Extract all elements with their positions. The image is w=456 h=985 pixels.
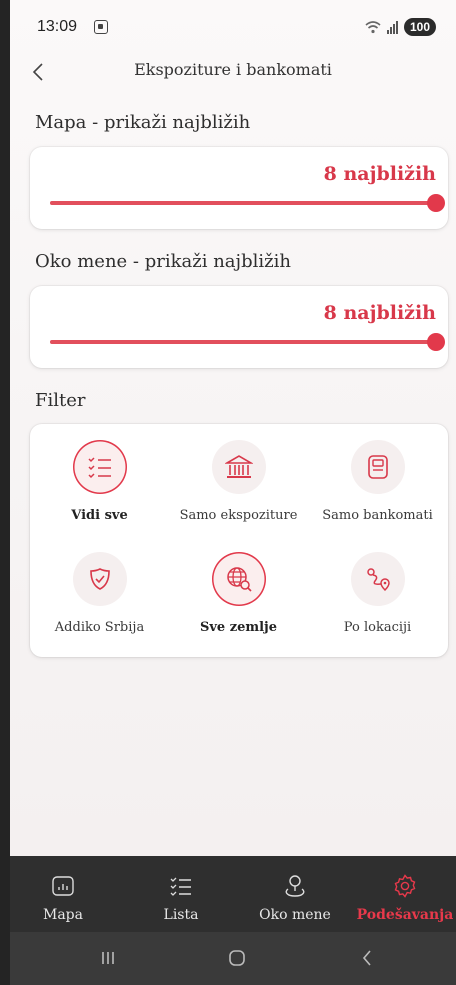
filter-label: Addiko Srbija xyxy=(54,620,145,635)
home-icon xyxy=(229,950,245,966)
nav-label: Lista xyxy=(163,907,199,923)
filter-icon-circle xyxy=(211,440,266,494)
shield-check-icon xyxy=(89,568,110,590)
nav-item-oko-mene[interactable]: Oko mene xyxy=(240,856,350,932)
nav-label: Oko mene xyxy=(259,907,331,923)
around-slider[interactable] xyxy=(50,333,445,351)
home-button[interactable] xyxy=(222,945,252,971)
around-slider-card: 8 najbližih xyxy=(30,286,448,368)
filter-label: Vidi sve xyxy=(71,508,128,523)
nav-item-podesavanja[interactable]: Podešavanja xyxy=(350,856,456,932)
around-slider-thumb[interactable] xyxy=(427,333,445,351)
chevron-left-icon xyxy=(362,950,371,966)
back-nav-button[interactable] xyxy=(352,945,382,971)
filter-icon-circle xyxy=(211,552,266,606)
map-slider[interactable] xyxy=(50,194,445,212)
filter-section-label: Filter xyxy=(35,390,86,411)
app-screen: 13:09 100 Ekspoziture i bankomati Mapa -… xyxy=(10,0,456,985)
filter-icon-circle xyxy=(72,552,127,606)
filter-vidi-sve[interactable]: Vidi sve xyxy=(30,440,169,523)
atm-icon xyxy=(367,455,388,479)
signal-icon xyxy=(386,20,398,34)
screenshot-icon xyxy=(94,20,108,34)
status-indicators: 100 xyxy=(365,18,436,36)
recent-apps-button[interactable] xyxy=(93,945,123,971)
location-person-icon xyxy=(284,874,306,898)
filter-samo-ekspoziture[interactable]: Samo ekspoziture xyxy=(169,440,308,523)
filter-icon-circle xyxy=(350,440,405,494)
page-title: Ekspoziture i bankomati xyxy=(134,60,332,79)
system-navigation-bar xyxy=(10,932,456,985)
list-check-icon xyxy=(87,457,111,479)
status-time: 13:09 xyxy=(37,18,78,35)
map-icon xyxy=(52,874,74,898)
bottom-navigation: Mapa Lista Oko mene Podešavanja xyxy=(10,856,456,932)
filter-card: Vidi sve Samo ekspoziture Samo bankomati… xyxy=(30,424,448,657)
filter-label: Samo ekspoziture xyxy=(179,508,298,523)
filter-po-lokaciji[interactable]: Po lokaciji xyxy=(308,552,447,635)
battery-icon: 100 xyxy=(403,18,436,36)
settings-icon xyxy=(393,874,417,898)
map-slider-value: 8 najbližih xyxy=(323,163,436,185)
filter-icon-circle xyxy=(72,440,127,494)
around-section-label: Oko mene - prikaži najbližih xyxy=(35,251,291,272)
filter-label: Samo bankomati xyxy=(322,508,433,523)
list-icon xyxy=(170,874,192,898)
wifi-icon xyxy=(365,21,381,34)
filter-samo-bankomati[interactable]: Samo bankomati xyxy=(308,440,447,523)
filter-sve-zemlje[interactable]: Sve zemlje xyxy=(169,552,308,635)
nav-label: Podešavanja xyxy=(356,907,454,923)
bank-icon xyxy=(224,455,253,478)
around-slider-fill xyxy=(50,340,436,344)
route-pin-icon xyxy=(366,568,390,592)
recent-apps-icon xyxy=(102,952,114,964)
map-section-label: Mapa - prikaži najbližih xyxy=(35,112,251,133)
nav-item-lista[interactable]: Lista xyxy=(126,856,236,932)
filter-label: Sve zemlje xyxy=(199,620,278,635)
around-slider-value: 8 najbližih xyxy=(323,302,436,324)
map-slider-fill xyxy=(50,201,436,205)
filter-icon-circle xyxy=(350,552,405,606)
filter-label: Po lokaciji xyxy=(343,620,412,635)
page-header: Ekspoziture i bankomati xyxy=(10,58,456,102)
nav-item-mapa[interactable]: Mapa xyxy=(10,856,118,932)
map-slider-thumb[interactable] xyxy=(427,194,445,212)
status-bar: 13:09 100 xyxy=(10,0,456,58)
nav-label: Mapa xyxy=(43,907,83,923)
globe-search-icon xyxy=(226,567,252,592)
filter-addiko-srbija[interactable]: Addiko Srbija xyxy=(30,552,169,635)
map-slider-card: 8 najbližih xyxy=(30,147,448,229)
